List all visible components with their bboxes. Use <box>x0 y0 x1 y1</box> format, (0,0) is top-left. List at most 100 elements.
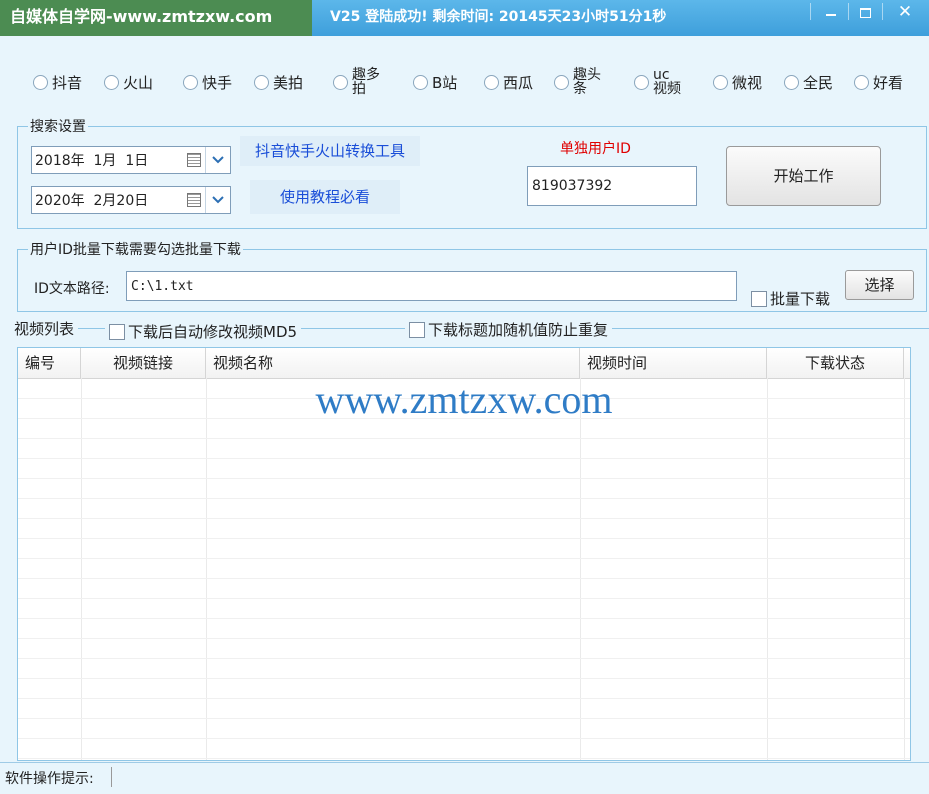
radio-qutoutiao[interactable]: 趣头条 <box>554 66 603 98</box>
watermark: www.zmtzxw.com <box>315 377 613 422</box>
calendar-icon <box>187 153 201 167</box>
radio-icon <box>183 74 198 90</box>
radio-huoshan[interactable]: 火山 <box>104 70 153 94</box>
batch-download-checkbox[interactable]: 批量下载 <box>751 288 831 309</box>
platform-label: 西瓜 <box>503 73 534 92</box>
platform-label: 美拍 <box>273 73 304 92</box>
radio-bilibili[interactable]: B站 <box>413 70 457 94</box>
checkbox-icon <box>409 321 425 338</box>
column-header-name[interactable]: 视频名称 <box>206 348 580 378</box>
row-gridline <box>18 558 910 559</box>
row-gridline <box>18 578 910 579</box>
tutorial-button[interactable]: 使用教程必看 <box>250 180 400 214</box>
title-separator <box>810 3 811 20</box>
checkbox-icon <box>751 290 767 307</box>
platform-label: 好看 <box>873 73 904 92</box>
column-divider <box>904 378 905 760</box>
id-path-input[interactable]: C:\1.txt <box>126 271 737 301</box>
row-gridline <box>18 758 910 759</box>
user-id-label: 单独用户ID <box>560 141 631 157</box>
path-label: ID文本路径: <box>34 281 110 297</box>
row-gridline <box>18 478 910 479</box>
license-status: V25 登陆成功! 剩余时间: 20145天23小时51分1秒 <box>330 9 667 25</box>
radio-douyin[interactable]: 抖音 <box>33 70 82 94</box>
column-divider <box>580 378 581 760</box>
end-date-picker[interactable]: 2020年 2月20日 <box>31 186 231 214</box>
row-gridline <box>18 738 910 739</box>
column-header-link[interactable]: 视频链接 <box>81 348 206 378</box>
radio-kuaishou[interactable]: 快手 <box>183 70 232 94</box>
radio-icon <box>484 74 499 90</box>
radio-quduopai[interactable]: 趣多拍 <box>333 66 382 98</box>
status-bar: 软件操作提示: <box>0 762 929 794</box>
radio-icon <box>854 74 869 90</box>
row-gridline <box>18 718 910 719</box>
platform-label: 全民 <box>803 73 834 92</box>
start-work-button[interactable]: 开始工作 <box>726 146 881 206</box>
platform-label: B站 <box>432 73 458 92</box>
chevron-down-icon[interactable] <box>205 147 230 173</box>
random-title-checkbox[interactable]: 下载标题加随机值防止重复 <box>405 319 613 340</box>
radio-icon <box>634 74 649 90</box>
row-gridline <box>18 498 910 499</box>
minimize-icon[interactable] <box>816 2 846 24</box>
row-gridline <box>18 598 910 599</box>
radio-uc-video[interactable]: uc视频 <box>634 66 683 98</box>
status-divider <box>111 767 112 787</box>
column-divider <box>767 378 768 760</box>
brand-title: 自媒体自学网-www.zmtzxw.com <box>0 0 312 36</box>
auto-md5-label: 下载后自动修改视频MD5 <box>128 323 298 341</box>
chevron-down-icon[interactable] <box>205 187 230 213</box>
row-gridline <box>18 618 910 619</box>
radio-haokan[interactable]: 好看 <box>854 70 903 94</box>
checkbox-icon <box>109 323 125 340</box>
video-table[interactable]: 编号 视频链接 视频名称 视频时间 下载状态 www.zmtzxw.com <box>17 347 911 761</box>
row-gridline <box>18 538 910 539</box>
radio-meipai[interactable]: 美拍 <box>254 70 303 94</box>
radio-icon <box>413 74 428 90</box>
platform-label: 趣头条 <box>573 67 601 97</box>
platform-label: uc视频 <box>653 67 681 97</box>
user-id-input[interactable]: 819037392 <box>527 166 697 206</box>
search-settings-legend: 搜索设置 <box>30 119 86 135</box>
radio-weishi[interactable]: 微视 <box>713 70 762 94</box>
table-header: 编号 视频链接 视频名称 视频时间 下载状态 <box>18 348 910 379</box>
platform-label: 微视 <box>732 73 763 92</box>
batch-download-legend: 用户ID批量下载需要勾选批量下载 <box>30 242 241 258</box>
row-gridline <box>18 678 910 679</box>
row-gridline <box>18 438 910 439</box>
auto-md5-checkbox[interactable]: 下载后自动修改视频MD5 <box>105 321 302 342</box>
column-divider <box>206 378 207 760</box>
row-gridline <box>18 458 910 459</box>
random-title-label: 下载标题加随机值防止重复 <box>428 321 609 339</box>
column-header-time[interactable]: 视频时间 <box>580 348 767 378</box>
row-gridline <box>18 658 910 659</box>
platform-label: 抖音 <box>52 73 83 92</box>
column-divider <box>81 378 82 760</box>
radio-xigua[interactable]: 西瓜 <box>484 70 533 94</box>
maximize-icon[interactable] <box>850 2 880 24</box>
title-separator <box>882 3 883 20</box>
title-bar: 自媒体自学网-www.zmtzxw.com V25 登陆成功! 剩余时间: 20… <box>0 0 929 36</box>
converter-tool-button[interactable]: 抖音快手火山转换工具 <box>240 136 420 166</box>
choose-button[interactable]: 选择 <box>845 270 914 300</box>
status-label: 软件操作提示: <box>5 771 94 787</box>
platform-label: 火山 <box>123 73 154 92</box>
radio-icon <box>333 74 348 90</box>
radio-icon <box>713 74 728 90</box>
start-date-picker[interactable]: 2018年 1月 1日 <box>31 146 231 174</box>
calendar-icon <box>187 193 201 207</box>
start-date-value: 2018年 1月 1日 <box>35 153 149 169</box>
row-gridline <box>18 518 910 519</box>
close-icon[interactable]: ✕ <box>890 2 920 24</box>
batch-download-label: 批量下载 <box>770 290 831 308</box>
video-list-legend: 视频列表 <box>10 318 79 338</box>
radio-icon <box>104 74 119 90</box>
radio-quanmin[interactable]: 全民 <box>784 70 833 94</box>
title-separator <box>848 3 849 20</box>
row-gridline <box>18 698 910 699</box>
column-header-status[interactable]: 下载状态 <box>767 348 904 378</box>
platform-label: 快手 <box>202 73 233 92</box>
column-header-id[interactable]: 编号 <box>18 348 81 378</box>
platform-label: 趣多拍 <box>352 67 380 97</box>
